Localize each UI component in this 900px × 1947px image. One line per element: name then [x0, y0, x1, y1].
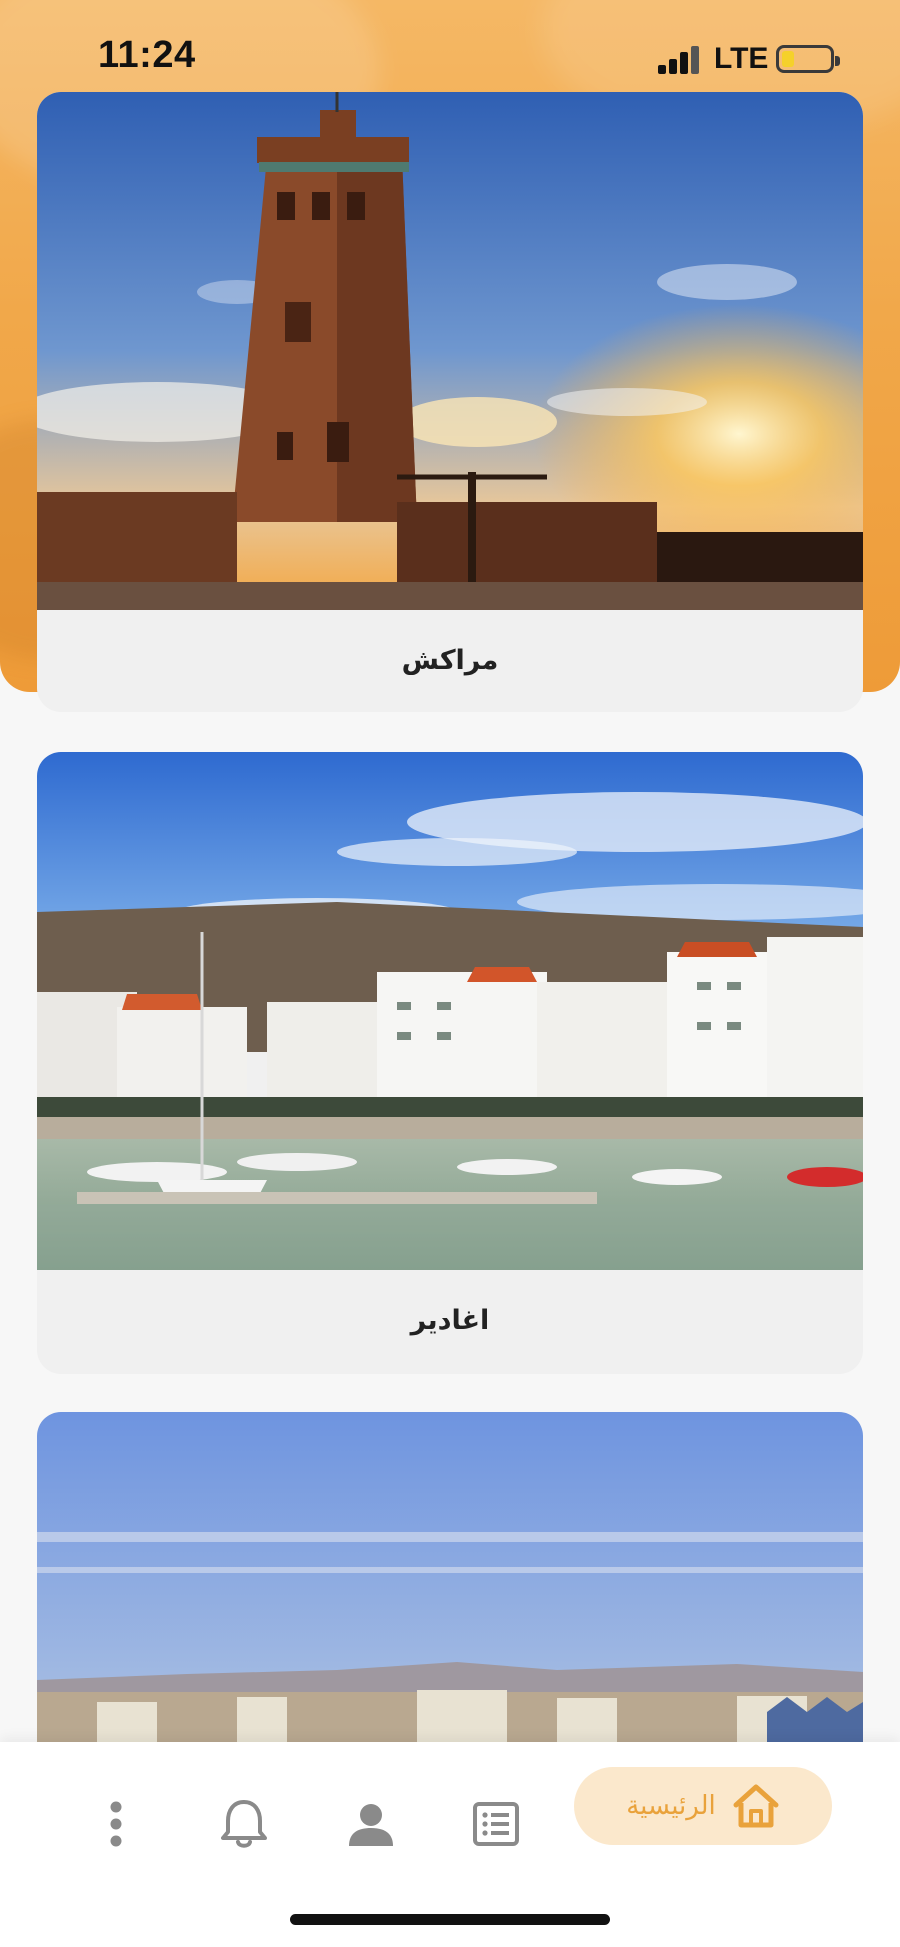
home-indicator: [290, 1914, 610, 1925]
city-card-marrakech[interactable]: مراكش: [37, 92, 863, 712]
user-icon: [349, 1804, 393, 1846]
nav-profile[interactable]: [343, 1784, 399, 1864]
city-card-third[interactable]: [37, 1412, 863, 1742]
more-vertical-icon: [110, 1801, 122, 1847]
city-photo-marrakech: [37, 92, 863, 610]
city-photo-third: [37, 1412, 863, 1742]
city-card-agadir[interactable]: اغادير: [37, 752, 863, 1374]
city-name-agadir: اغادير: [410, 1305, 490, 1336]
nav-home[interactable]: الرئيسية: [574, 1767, 832, 1845]
nav-home-label: الرئيسية: [626, 1791, 716, 1821]
nav-more[interactable]: [96, 1784, 136, 1864]
city-list[interactable]: مراكش اغادير: [0, 0, 900, 1742]
list-icon: [473, 1802, 519, 1846]
nav-list[interactable]: [468, 1784, 524, 1864]
nav-notifications[interactable]: [216, 1784, 272, 1864]
home-icon: [733, 1784, 779, 1828]
city-photo-agadir: [37, 752, 863, 1270]
city-name-marrakech: مراكش: [401, 645, 499, 676]
bell-icon: [221, 1800, 267, 1848]
